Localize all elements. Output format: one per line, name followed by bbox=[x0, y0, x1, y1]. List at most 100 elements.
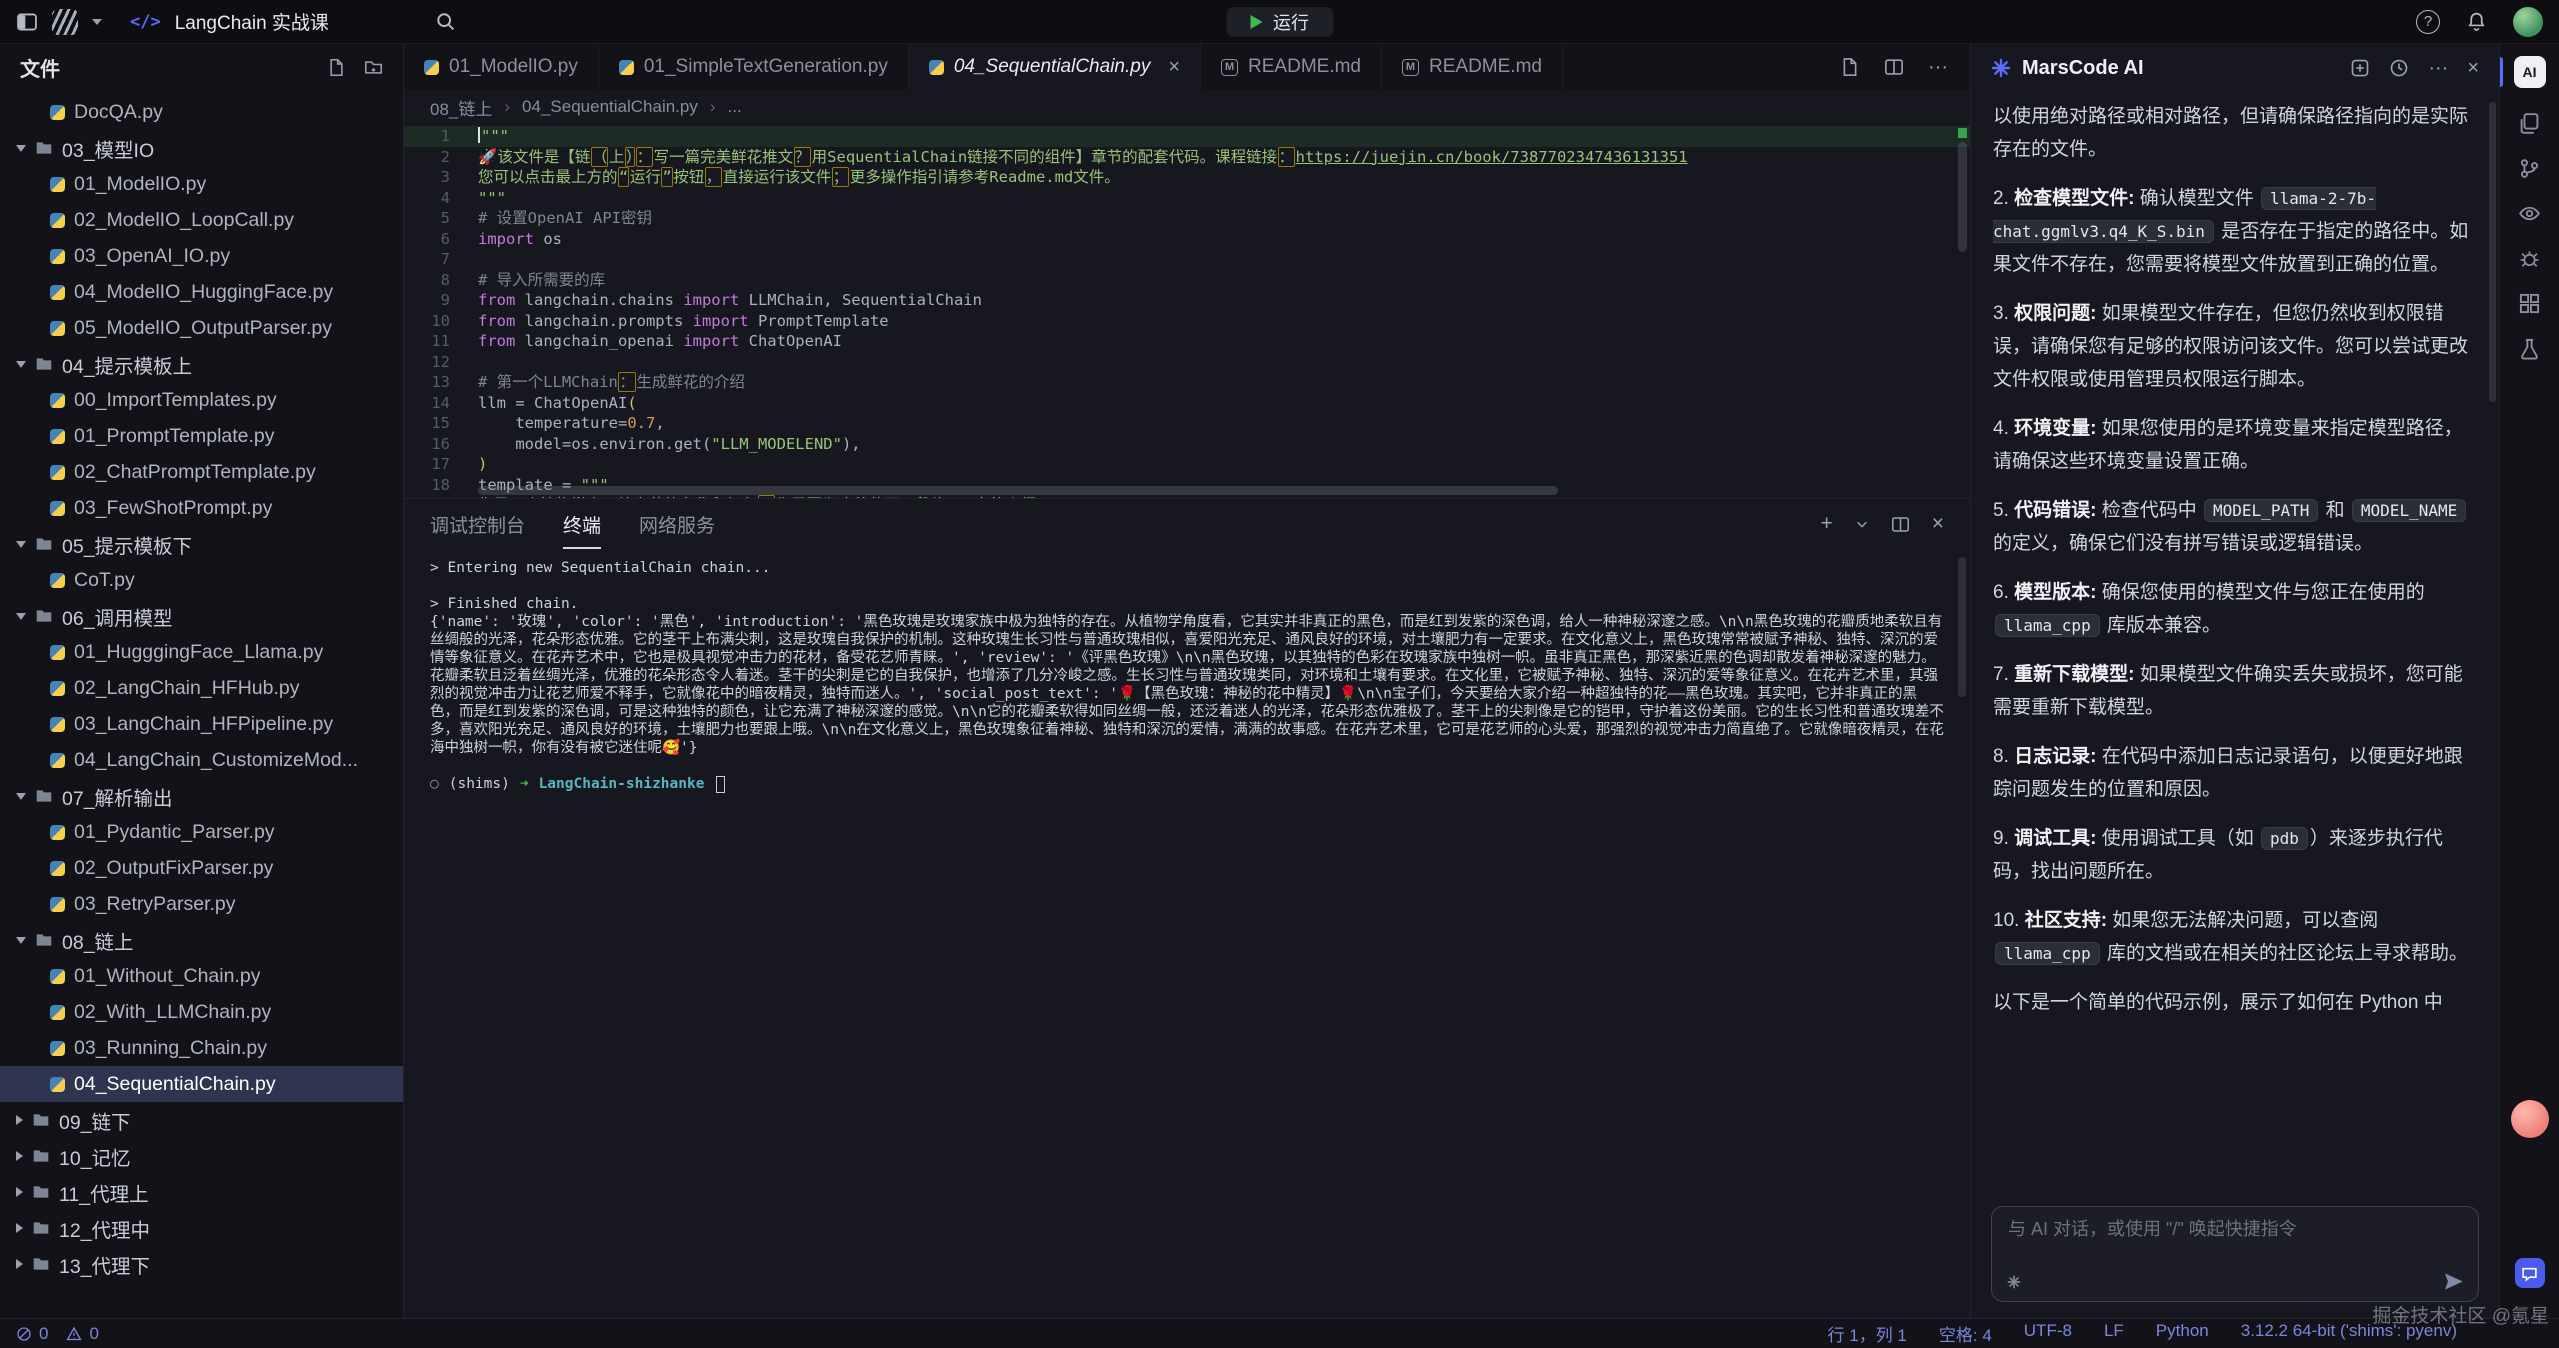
editor-horizontal-scrollbar[interactable] bbox=[478, 486, 1558, 495]
tree-file-item[interactable]: CoT.py bbox=[0, 562, 403, 598]
editor-tab[interactable]: 04_SequentialChain.py× bbox=[909, 44, 1201, 90]
split-terminal-icon[interactable] bbox=[1891, 515, 1910, 534]
search-icon[interactable] bbox=[435, 11, 456, 32]
tree-file-item[interactable]: 04_SequentialChain.py bbox=[0, 1066, 403, 1102]
code-line[interactable]: 9from langchain.chains import LLMChain, … bbox=[404, 290, 1970, 311]
code-line[interactable]: 4""" bbox=[404, 188, 1970, 209]
history-icon[interactable] bbox=[2389, 58, 2409, 78]
tree-file-item[interactable]: 03_Running_Chain.py bbox=[0, 1030, 403, 1066]
status-item[interactable]: 空格: 4 bbox=[1939, 1321, 1992, 1346]
tree-file-item[interactable]: 03_OpenAI_IO.py bbox=[0, 238, 403, 274]
code-line[interactable]: 14llm = ChatOpenAI( bbox=[404, 393, 1970, 414]
tree-file-item[interactable]: 02_With_LLMChain.py bbox=[0, 994, 403, 1030]
new-file-icon[interactable] bbox=[327, 58, 346, 77]
tree-file-item[interactable]: 01_PromptTemplate.py bbox=[0, 418, 403, 454]
tree-file-item[interactable]: 02_OutputFixParser.py bbox=[0, 850, 403, 886]
code-line[interactable]: 1""" bbox=[404, 126, 1970, 147]
new-terminal-icon[interactable]: + bbox=[1820, 512, 1832, 536]
code-line[interactable]: 16 model=os.environ.get("LLM_MODELEND"), bbox=[404, 434, 1970, 455]
files-icon[interactable] bbox=[2518, 112, 2541, 135]
editor-tab[interactable]: MREADME.md bbox=[1382, 44, 1563, 90]
breadcrumb-item[interactable]: 04_SequentialChain.py bbox=[522, 97, 698, 117]
debug-bug-icon[interactable] bbox=[2518, 247, 2541, 270]
code-line[interactable]: 2🚀该文件是【链（上）：写一篇完美鲜花推文？用SequentialChain链接… bbox=[404, 147, 1970, 168]
tree-file-item[interactable]: DocQA.py bbox=[0, 94, 403, 130]
ai-input-box[interactable] bbox=[1991, 1206, 2479, 1302]
panel-tab[interactable]: 网络服务 bbox=[639, 499, 715, 549]
code-line[interactable]: 12 bbox=[404, 352, 1970, 373]
app-logo[interactable] bbox=[52, 9, 78, 35]
close-tab-icon[interactable]: × bbox=[1168, 57, 1180, 77]
marscode-ai-badge-icon[interactable]: AI bbox=[2514, 56, 2546, 88]
bell-icon[interactable] bbox=[2466, 11, 2487, 32]
tree-file-item[interactable]: 03_FewShotPrompt.py bbox=[0, 490, 403, 526]
tree-file-item[interactable]: 01_ModelIO.py bbox=[0, 166, 403, 202]
breadcrumb-item[interactable]: 08_链上 bbox=[430, 95, 492, 120]
terminal[interactable]: > Entering new SequentialChain chain...>… bbox=[404, 549, 1970, 1318]
panel-tab[interactable]: 终端 bbox=[563, 499, 601, 549]
tree-file-item[interactable]: 03_LangChain_HFPipeline.py bbox=[0, 706, 403, 742]
tree-folder-item[interactable]: 03_模型IO bbox=[0, 130, 403, 166]
tree-folder-item[interactable]: 07_解析输出 bbox=[0, 778, 403, 814]
code-line[interactable]: 15 temperature=0.7, bbox=[404, 413, 1970, 434]
tree-file-item[interactable]: 04_LangChain_CustomizeMod... bbox=[0, 742, 403, 778]
tree-file-item[interactable]: 02_ChatPromptTemplate.py bbox=[0, 454, 403, 490]
problems-warnings[interactable]: 0 bbox=[66, 1324, 98, 1344]
tree-file-item[interactable]: 01_Without_Chain.py bbox=[0, 958, 403, 994]
run-button[interactable]: 运行 bbox=[1226, 7, 1333, 37]
extensions-grid-icon[interactable] bbox=[2518, 292, 2541, 315]
test-flask-icon[interactable] bbox=[2518, 337, 2541, 360]
tree-folder-item[interactable]: 11_代理上 bbox=[0, 1174, 403, 1210]
terminal-scrollbar[interactable] bbox=[1958, 557, 1966, 697]
editor-tab[interactable]: 01_SimpleTextGeneration.py bbox=[599, 44, 909, 90]
toggle-sidebar-icon[interactable] bbox=[16, 11, 38, 33]
tree-file-item[interactable]: 02_LangChain_HFHub.py bbox=[0, 670, 403, 706]
open-preview-icon[interactable] bbox=[1840, 57, 1860, 77]
user-avatar[interactable] bbox=[2513, 7, 2543, 37]
close-panel-icon[interactable]: × bbox=[1932, 512, 1944, 536]
close-ai-panel-icon[interactable]: × bbox=[2467, 57, 2479, 80]
code-line[interactable]: 3您可以点击最上方的“运行”按钮，直接运行该文件；更多操作指引请参考Readme… bbox=[404, 167, 1970, 188]
editor-tab[interactable]: MREADME.md bbox=[1201, 44, 1382, 90]
breadcrumb-item[interactable]: ... bbox=[728, 97, 742, 117]
editor-tab[interactable]: 01_ModelIO.py bbox=[404, 44, 599, 90]
new-chat-icon[interactable] bbox=[2350, 58, 2370, 78]
more-actions-icon[interactable]: ··· bbox=[1928, 56, 1948, 79]
editor-vertical-scrollbar[interactable] bbox=[1958, 142, 1967, 252]
ai-panel-scrollbar[interactable] bbox=[2489, 102, 2496, 402]
chevron-down-icon[interactable] bbox=[92, 19, 102, 25]
tree-file-item[interactable]: 00_ImportTemplates.py bbox=[0, 382, 403, 418]
tree-folder-item[interactable]: 04_提示模板上 bbox=[0, 346, 403, 382]
tree-file-item[interactable]: 02_ModelIO_LoopCall.py bbox=[0, 202, 403, 238]
tree-file-item[interactable]: 04_ModelIO_HuggingFace.py bbox=[0, 274, 403, 310]
tree-file-item[interactable]: 03_RetryParser.py bbox=[0, 886, 403, 922]
code-editor[interactable]: 1"""2🚀该文件是【链（上）：写一篇完美鲜花推文？用SequentialCha… bbox=[404, 124, 1970, 498]
status-item[interactable]: LF bbox=[2104, 1321, 2124, 1346]
tree-file-item[interactable]: 05_ModelIO_OutputParser.py bbox=[0, 310, 403, 346]
status-item[interactable]: UTF-8 bbox=[2024, 1321, 2072, 1346]
code-line[interactable]: 13# 第一个LLMChain：生成鲜花的介绍 bbox=[404, 372, 1970, 393]
tree-folder-item[interactable]: 13_代理下 bbox=[0, 1246, 403, 1282]
code-line[interactable]: 6import os bbox=[404, 229, 1970, 250]
code-line[interactable]: 5# 设置OpenAI API密钥 bbox=[404, 208, 1970, 229]
code-line[interactable]: 8# 导入所需要的库 bbox=[404, 270, 1970, 291]
code-line[interactable]: 17) bbox=[404, 454, 1970, 475]
breadcrumb[interactable]: 08_链上›04_SequentialChain.py›... bbox=[404, 90, 1970, 124]
tree-folder-item[interactable]: 12_代理中 bbox=[0, 1210, 403, 1246]
tree-folder-item[interactable]: 05_提示模板下 bbox=[0, 526, 403, 562]
tree-file-item[interactable]: 01_Pydantic_Parser.py bbox=[0, 814, 403, 850]
preview-eye-icon[interactable] bbox=[2518, 202, 2541, 225]
code-line[interactable]: 10from langchain.prompts import PromptTe… bbox=[404, 311, 1970, 332]
ai-chat-input[interactable] bbox=[2008, 1219, 2462, 1240]
problems-errors[interactable]: 0 bbox=[16, 1324, 48, 1344]
tree-folder-item[interactable]: 08_链上 bbox=[0, 922, 403, 958]
status-item[interactable]: Python bbox=[2156, 1321, 2209, 1346]
tree-folder-item[interactable]: 06_调用模型 bbox=[0, 598, 403, 634]
new-folder-icon[interactable] bbox=[364, 58, 383, 77]
promo-badge[interactable] bbox=[2511, 1100, 2549, 1138]
tree-folder-item[interactable]: 10_记忆 bbox=[0, 1138, 403, 1174]
code-line[interactable]: 7 bbox=[404, 249, 1970, 270]
project-title[interactable]: LangChain 实战课 bbox=[175, 8, 329, 35]
split-editor-icon[interactable] bbox=[1884, 57, 1904, 77]
tree-folder-item[interactable]: 09_链下 bbox=[0, 1102, 403, 1138]
